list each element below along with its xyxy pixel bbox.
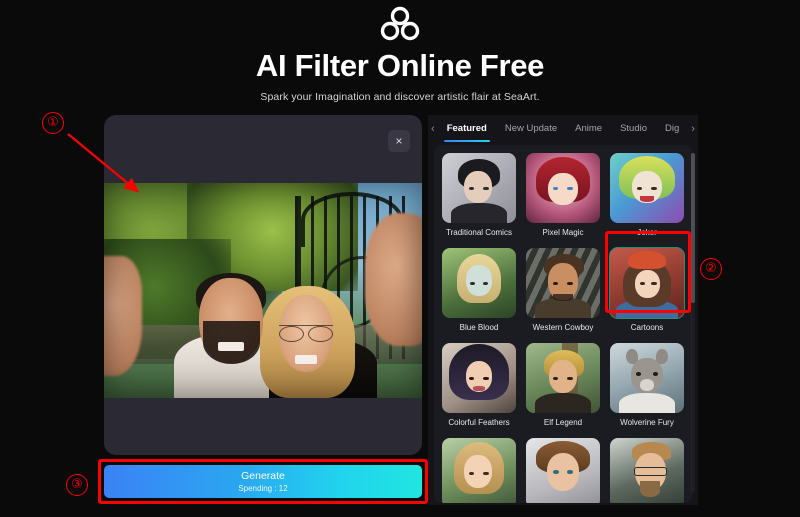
style-thumbnail (442, 248, 516, 318)
style-card-joker[interactable]: Joker (610, 153, 684, 238)
modal-lower-area (104, 398, 422, 455)
photo-canvas (104, 183, 422, 398)
style-card-row4-2[interactable] (526, 438, 600, 503)
style-card-blue-blood[interactable]: Blue Blood (442, 248, 516, 333)
styles-grid: Traditional Comics Pixel Magic Joker Blu… (434, 145, 692, 503)
style-thumbnail (610, 343, 684, 413)
style-card-cartoons[interactable]: Cartoons (609, 247, 685, 333)
styles-tab-bar: ‹ Featured New Update Anime Studio Dig › (428, 115, 698, 143)
style-thumbnail (610, 438, 684, 503)
scrollbar-thumb[interactable] (691, 153, 695, 303)
style-card-pixel-magic[interactable]: Pixel Magic (526, 153, 600, 238)
style-card-row4-3[interactable] (610, 438, 684, 503)
style-card-row4-1[interactable] (442, 438, 516, 503)
style-thumbnail (442, 438, 516, 503)
style-card-label: Wolverine Fury (620, 418, 674, 427)
styles-panel-scrollbar[interactable] (691, 153, 695, 493)
annotation-marker-2: ② (700, 258, 722, 280)
generate-spending-label: Spending : 12 (238, 483, 288, 493)
style-card-label: Pixel Magic (542, 228, 584, 237)
style-card-colorful-feathers[interactable]: Colorful Feathers (442, 343, 516, 428)
style-thumbnail (609, 247, 685, 319)
style-card-label: Cartoons (630, 323, 664, 332)
tab-featured[interactable]: Featured (438, 119, 496, 142)
style-card-elf-legend[interactable]: Elf Legend (526, 343, 600, 428)
tab-anime[interactable]: Anime (566, 119, 611, 139)
style-thumbnail (442, 153, 516, 223)
style-card-label: Traditional Comics (446, 228, 512, 237)
style-thumbnail (526, 438, 600, 503)
style-thumbnail (442, 343, 516, 413)
chevron-right-icon[interactable]: › (688, 123, 698, 135)
style-thumbnail (526, 248, 600, 318)
styles-grid-scroll-area[interactable]: Traditional Comics Pixel Magic Joker Blu… (434, 145, 692, 503)
style-card-label: Western Cowboy (532, 323, 594, 332)
style-card-label: Blue Blood (459, 323, 499, 332)
style-thumbnail (610, 153, 684, 223)
tab-new-update[interactable]: New Update (496, 119, 566, 139)
annotation-arrow-1 (67, 133, 140, 193)
chevron-left-icon[interactable]: ‹ (428, 123, 438, 135)
style-thumbnail (526, 343, 600, 413)
generate-button-label: Generate (241, 469, 285, 482)
styles-panel: ‹ Featured New Update Anime Studio Dig › (428, 115, 698, 505)
style-card-western-cowboy[interactable]: Western Cowboy (526, 248, 600, 333)
tab-studio[interactable]: Studio (611, 119, 656, 139)
tab-dig[interactable]: Dig (656, 119, 688, 139)
style-card-label: Colorful Feathers (448, 418, 510, 427)
page-header: AI Filter Online Free Spark your Imagina… (0, 0, 800, 108)
annotation-marker-3: ③ (66, 474, 88, 496)
uploaded-photo[interactable] (104, 183, 422, 398)
close-icon[interactable]: × (388, 130, 410, 152)
three-circles-logo-icon (372, 6, 428, 46)
style-card-wolverine-fury[interactable]: Wolverine Fury (610, 343, 684, 428)
style-card-label: Elf Legend (543, 418, 583, 427)
style-card-label: Joker (637, 228, 657, 237)
style-thumbnail (526, 153, 600, 223)
style-card-traditional-comics[interactable]: Traditional Comics (442, 153, 516, 238)
app-root: AI Filter Online Free Spark your Imagina… (0, 0, 800, 517)
generate-button[interactable]: Generate Spending : 12 (104, 465, 422, 498)
page-subtitle: Spark your Imagination and discover arti… (260, 91, 540, 103)
page-title: AI Filter Online Free (255, 48, 545, 83)
